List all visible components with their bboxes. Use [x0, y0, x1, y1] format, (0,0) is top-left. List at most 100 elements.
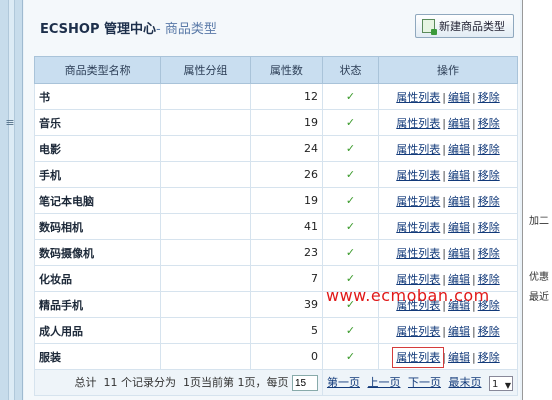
table-row: 手机 26 ✓ 属性列表 | 编辑 | 移除	[33, 161, 519, 188]
column-header-type-name[interactable]: 商品类型名称	[33, 56, 162, 84]
row-operations: 属性列表 | 编辑 | 移除	[377, 317, 519, 344]
table-row: 数码摄像机 23 ✓ 属性列表 | 编辑 | 移除	[33, 239, 519, 266]
table-row: 音乐 19 ✓ 属性列表 | 编辑 | 移除	[33, 109, 519, 136]
attr-count: 7	[249, 265, 323, 292]
column-header-attr-count[interactable]: 属性数	[249, 56, 323, 84]
column-header-status: 状态	[321, 56, 379, 84]
prev-page-link[interactable]: 上一页	[367, 376, 400, 389]
attr-count: 26	[249, 161, 323, 188]
remove-link[interactable]: 移除	[478, 273, 500, 286]
checkmark-icon[interactable]: ✓	[321, 187, 379, 214]
remove-link[interactable]: 移除	[478, 221, 500, 234]
attr-list-link[interactable]: 属性列表	[396, 117, 440, 130]
attr-count: 0	[249, 343, 323, 370]
new-goods-type-button[interactable]: 新建商品类型	[415, 14, 514, 38]
attr-group	[160, 317, 251, 344]
type-name: 服装	[33, 343, 162, 370]
checkmark-icon[interactable]: ✓	[321, 213, 379, 240]
attr-list-link[interactable]: 属性列表	[396, 273, 440, 286]
separator: |	[471, 116, 476, 130]
column-header-operations: 操作	[377, 56, 519, 84]
attr-list-link[interactable]: 属性列表	[392, 346, 445, 368]
separator: |	[442, 142, 446, 156]
next-page-link[interactable]: 下一页	[408, 376, 441, 389]
remove-link[interactable]: 移除	[478, 351, 500, 364]
attr-list-link[interactable]: 属性列表	[396, 221, 440, 234]
remove-link[interactable]: 移除	[478, 325, 500, 338]
checkmark-icon[interactable]: ✓	[321, 317, 379, 344]
row-operations: 属性列表 | 编辑 | 移除	[377, 109, 519, 136]
pager-row: 总计 11 个记录分为 1页当前第 1页，每页 第一页 上一页 下一页 最末页 …	[34, 369, 519, 396]
edit-link[interactable]: 编辑	[448, 351, 470, 364]
attr-list-link[interactable]: 属性列表	[396, 169, 440, 182]
edit-link[interactable]: 编辑	[448, 117, 470, 130]
checkmark-icon[interactable]: ✓	[321, 239, 379, 266]
separator: |	[471, 324, 476, 338]
separator: |	[471, 142, 476, 156]
edit-link[interactable]: 编辑	[448, 169, 470, 182]
edit-link[interactable]: 编辑	[448, 247, 470, 260]
remove-link[interactable]: 移除	[478, 117, 500, 130]
type-name: 化妆品	[33, 265, 162, 292]
pager-text: 个记录分为	[120, 376, 176, 389]
page-select[interactable]: 1 ▼	[488, 375, 513, 391]
separator: |	[442, 168, 446, 182]
table-row: 笔记本电脑 19 ✓ 属性列表 | 编辑 | 移除	[33, 187, 519, 214]
checkmark-icon[interactable]: ✓	[321, 83, 379, 110]
attr-list-link[interactable]: 属性列表	[396, 143, 440, 156]
pager-summary: 总计 11 个记录分为 1页当前第 1页，每页	[34, 369, 323, 396]
remove-link[interactable]: 移除	[478, 195, 500, 208]
first-page-link[interactable]: 第一页	[327, 376, 360, 389]
separator: |	[442, 324, 446, 338]
separator: |	[442, 272, 446, 286]
attr-list-link[interactable]: 属性列表	[396, 195, 440, 208]
separator: |	[442, 220, 446, 234]
edit-link[interactable]: 编辑	[448, 221, 470, 234]
row-operations: 属性列表 | 编辑 | 移除	[377, 187, 519, 214]
type-name: 成人用品	[33, 317, 162, 344]
attr-count: 24	[249, 135, 323, 162]
remove-link[interactable]: 移除	[478, 169, 500, 182]
remove-link[interactable]: 移除	[478, 143, 500, 156]
separator: |	[471, 194, 476, 208]
attr-group	[160, 213, 251, 240]
edit-link[interactable]: 编辑	[448, 195, 470, 208]
remove-link[interactable]: 移除	[478, 247, 500, 260]
background-text: 最近	[529, 292, 549, 303]
background-text: 加二	[529, 216, 549, 227]
row-operations: 属性列表 | 编辑 | 移除	[377, 161, 519, 188]
separator: |	[471, 350, 476, 364]
separator: |	[471, 220, 476, 234]
edit-link[interactable]: 编辑	[448, 325, 470, 338]
pager-text: 页当前第	[189, 376, 234, 389]
row-operations: 属性列表 | 编辑 | 移除	[377, 135, 519, 162]
attr-list-link[interactable]: 属性列表	[396, 247, 440, 260]
table-row: 数码相机 41 ✓ 属性列表 | 编辑 | 移除	[33, 213, 519, 240]
background-text: 优惠	[529, 272, 549, 283]
frame-splitter[interactable]	[8, 0, 15, 400]
collapse-handle-icon[interactable]: ≡	[2, 112, 18, 134]
edit-link[interactable]: 编辑	[448, 91, 470, 104]
attr-group	[160, 135, 251, 162]
attr-group	[160, 187, 251, 214]
type-name: 数码相机	[33, 213, 162, 240]
checkmark-icon[interactable]: ✓	[321, 109, 379, 136]
edit-link[interactable]: 编辑	[448, 273, 470, 286]
title-bar: ECSHOP 管理中心- 商品类型 新建商品类型	[34, 8, 518, 44]
table-header-row: 商品类型名称 属性分组 属性数 状态 操作	[33, 56, 519, 84]
edit-link[interactable]: 编辑	[448, 143, 470, 156]
last-page-link[interactable]: 最末页	[448, 376, 481, 389]
attr-list-link[interactable]: 属性列表	[396, 91, 440, 104]
table-row: 电影 24 ✓ 属性列表 | 编辑 | 移除	[33, 135, 519, 162]
remove-link[interactable]: 移除	[478, 91, 500, 104]
attr-count: 23	[249, 239, 323, 266]
attr-group	[160, 109, 251, 136]
attr-list-link[interactable]: 属性列表	[396, 325, 440, 338]
pager-links: 第一页 上一页 下一页 最末页 1 ▼	[321, 369, 519, 396]
checkmark-icon[interactable]: ✓	[321, 161, 379, 188]
checkmark-icon[interactable]: ✓	[321, 135, 379, 162]
attr-count: 5	[249, 317, 323, 344]
separator: |	[442, 350, 446, 364]
per-page-input[interactable]	[291, 375, 318, 391]
checkmark-icon[interactable]: ✓	[321, 343, 379, 370]
